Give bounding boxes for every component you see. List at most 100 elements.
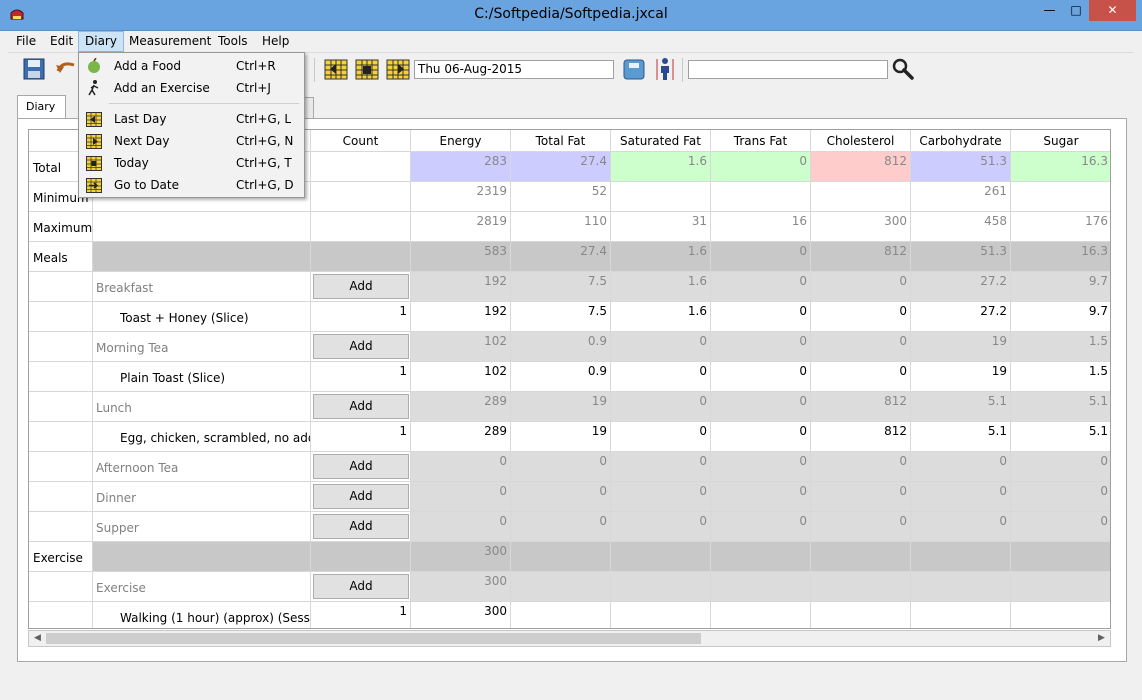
cell-energy: 289: [411, 422, 511, 452]
row-label: Maximum: [29, 212, 93, 242]
next-day-icon: [86, 134, 102, 149]
row-name: Plain Toast (Slice): [93, 362, 311, 392]
row-name: Supper: [93, 512, 311, 542]
menu-measurement[interactable]: Measurement: [123, 31, 217, 52]
cell-sugar: 9.7: [1011, 272, 1110, 302]
cell-total-fat: 19: [511, 422, 611, 452]
cell-sugar: 16.3: [1011, 152, 1110, 182]
cell-energy: 102: [411, 332, 511, 362]
menu-add-food[interactable]: Add a Food Ctrl+R: [81, 55, 302, 77]
row-count[interactable]: 1: [311, 302, 411, 332]
date-field[interactable]: Thu 06-Aug-2015: [414, 60, 614, 79]
cell-trans-fat: 0: [711, 272, 811, 302]
menu-diary[interactable]: Diary: [78, 31, 124, 52]
cell-trans-fat: 16: [711, 212, 811, 242]
row-count[interactable]: 1: [311, 422, 411, 452]
row-label: [29, 512, 93, 542]
add-button[interactable]: Add: [313, 334, 409, 359]
cell-trans-fat: 0: [711, 302, 811, 332]
cell-total-fat: 7.5: [511, 272, 611, 302]
next-day-icon[interactable]: [386, 57, 410, 81]
row-label: [29, 362, 93, 392]
cell-trans-fat: 0: [711, 512, 811, 542]
menu-next-day[interactable]: Next Day Ctrl+G, N: [81, 130, 302, 152]
add-button[interactable]: Add: [313, 274, 409, 299]
add-button[interactable]: Add: [313, 454, 409, 479]
cell-carbohydrate: 19: [911, 362, 1011, 392]
menu-tools[interactable]: Tools: [212, 31, 254, 52]
cell-total-fat: 0: [511, 452, 611, 482]
row-name: Egg, chicken, scrambled, no adde...: [93, 422, 311, 452]
maximize-button[interactable]: □: [1063, 0, 1089, 21]
row-label: [29, 332, 93, 362]
save-icon[interactable]: [22, 57, 46, 81]
diary-table: Count Energy Total Fat Saturated Fat Tra…: [28, 129, 1111, 629]
row-name: Dinner: [93, 482, 311, 512]
last-day-icon[interactable]: [324, 57, 348, 81]
menu-go-to-date[interactable]: Go to Date Ctrl+G, D: [81, 174, 302, 196]
add-button[interactable]: Add: [313, 574, 409, 599]
search-input[interactable]: [688, 60, 888, 79]
header-total-fat: Total Fat: [511, 130, 611, 152]
cell-cholesterol: 300: [811, 212, 911, 242]
menu-add-exercise[interactable]: Add an Exercise Ctrl+J: [81, 77, 302, 99]
cell-sugar: 1.5: [1011, 362, 1110, 392]
menu-last-day[interactable]: Last Day Ctrl+G, L: [81, 108, 302, 130]
cell-cholesterol: [811, 542, 911, 572]
cell-energy: 283: [411, 152, 511, 182]
cell-trans-fat: [711, 572, 811, 602]
today-icon[interactable]: [355, 57, 379, 81]
cell-carbohydrate: 27.2: [911, 302, 1011, 332]
cell-cholesterol: 0: [811, 302, 911, 332]
header-saturated-fat: Saturated Fat: [611, 130, 711, 152]
close-button[interactable]: ✕: [1089, 0, 1136, 21]
minimize-button[interactable]: —: [1036, 0, 1063, 21]
row-label: [29, 392, 93, 422]
scroll-right-icon[interactable]: ▶: [1093, 631, 1110, 646]
cell-energy: 0: [411, 512, 511, 542]
row-label: [29, 422, 93, 452]
search-icon[interactable]: [891, 57, 915, 81]
menu-file[interactable]: File: [10, 31, 42, 52]
row-count: Add: [311, 572, 411, 602]
menu-edit[interactable]: Edit: [44, 31, 79, 52]
row-count: Add: [311, 272, 411, 302]
cell-energy: 0: [411, 482, 511, 512]
cell-trans-fat: [711, 542, 811, 572]
add-button[interactable]: Add: [313, 484, 409, 509]
cell-total-fat: 0: [511, 482, 611, 512]
tab-diary[interactable]: Diary: [17, 95, 66, 119]
undo-icon[interactable]: [54, 57, 78, 81]
diary-menu-dropdown: Add a Food Ctrl+R Add an Exercise Ctrl+J…: [78, 52, 305, 198]
cell-cholesterol: 812: [811, 152, 911, 182]
body-measurement-icon[interactable]: [653, 57, 677, 81]
row-count[interactable]: 1: [311, 602, 411, 628]
cell-saturated-fat: 0: [611, 422, 711, 452]
title-bar: C:/Softpedia/Softpedia.jxcal — □ ✕: [0, 0, 1142, 31]
cell-carbohydrate: 0: [911, 482, 1011, 512]
add-button[interactable]: Add: [313, 394, 409, 419]
cell-trans-fat: 0: [711, 482, 811, 512]
menu-today[interactable]: Today Ctrl+G, T: [81, 152, 302, 174]
scale-icon[interactable]: [622, 57, 646, 81]
cell-trans-fat: 0: [711, 422, 811, 452]
scroll-left-icon[interactable]: ◀: [29, 631, 46, 646]
add-button[interactable]: Add: [313, 514, 409, 539]
row-count[interactable]: 1: [311, 362, 411, 392]
table-row: Supper Add 0 0 0 0 0 0 0: [29, 512, 1110, 542]
table-row: Walking (1 hour) (approx) (Session)1300: [29, 602, 1110, 628]
header-cholesterol: Cholesterol: [811, 130, 911, 152]
row-label: [29, 272, 93, 302]
cell-saturated-fat: [611, 542, 711, 572]
cell-sugar: 176: [1011, 212, 1110, 242]
menu-next-day-label: Next Day: [114, 134, 170, 148]
cell-sugar: [1011, 182, 1110, 212]
horizontal-scrollbar[interactable]: ◀ ▶: [28, 630, 1111, 647]
cell-cholesterol: 0: [811, 452, 911, 482]
walking-icon: [88, 80, 99, 96]
cell-energy: 289: [411, 392, 511, 422]
cell-cholesterol: 812: [811, 422, 911, 452]
scrollbar-thumb[interactable]: [46, 633, 701, 644]
cell-total-fat: [511, 602, 611, 628]
menu-help[interactable]: Help: [256, 31, 295, 52]
